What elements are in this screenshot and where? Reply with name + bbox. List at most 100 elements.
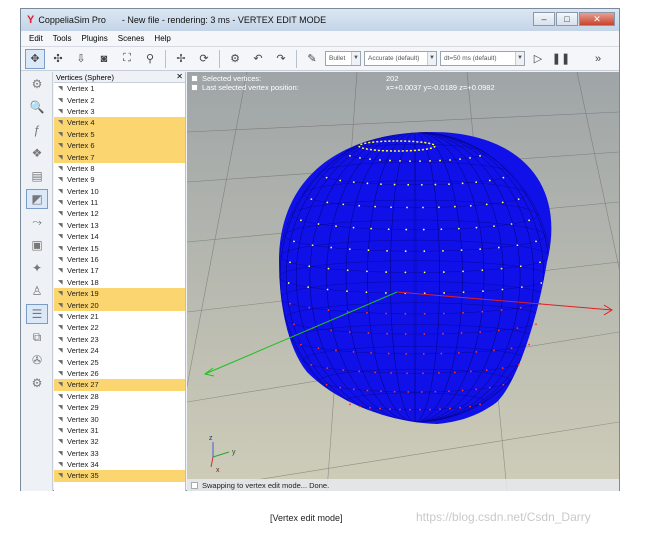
vertex-icon: ◥ (58, 427, 63, 434)
timestep-select[interactable]: dt=50 ms (default) ▼ (440, 51, 525, 66)
camera-icon[interactable]: ◙ (94, 49, 114, 69)
page-icon[interactable]: ▤ (26, 166, 48, 186)
vertex-list-item[interactable]: ◥ Vertex 8 (54, 163, 185, 174)
scene-canvas[interactable]: z y x (187, 72, 619, 491)
vertex-list-item[interactable]: ◥ Vertex 24 (54, 345, 185, 356)
menu-tools[interactable]: Tools (53, 34, 72, 43)
scene-viewport[interactable]: z y x Selected vertices: 202 Last select… (187, 72, 619, 491)
vertex-label: Vertex 2 (67, 95, 95, 105)
vertex-list-item[interactable]: ◥ Vertex 13 (54, 220, 185, 231)
vertex-list-item[interactable]: ◥ Vertex 5 (54, 128, 185, 140)
svg-text:x: x (216, 467, 220, 474)
camera-shift-icon[interactable]: ⇩ (71, 49, 91, 69)
vertex-list-item[interactable]: ◥ Vertex 28 (54, 391, 185, 402)
vertex-list-icon[interactable]: ☰ (26, 304, 48, 324)
zoom-icon[interactable]: 🔍 (26, 97, 48, 117)
assembly-icon[interactable]: ⚙ (225, 49, 245, 69)
info-checkbox[interactable] (191, 84, 198, 91)
vertex-list-item[interactable]: ◥ Vertex 6 (54, 139, 185, 152)
last-vertex-label: Last selected vertex position: (202, 83, 299, 92)
last-vertex-position: x=+0.0037 y=-0.0189 z=+0.0982 (386, 83, 495, 92)
vertex-list-item[interactable]: ◥ Vertex 21 (54, 311, 185, 322)
dynamics-icon[interactable]: ✎ (302, 49, 322, 69)
vertex-list-item[interactable]: ◥ Vertex 30 (54, 413, 185, 424)
vertex-list-item[interactable]: ◥ Vertex 11 (54, 197, 185, 208)
info-checkbox[interactable] (191, 75, 198, 82)
close-icon[interactable]: ✕ (176, 72, 183, 81)
click-select-icon[interactable]: ⚲ (140, 49, 160, 69)
camera-rotate-icon[interactable]: ✣ (48, 49, 68, 69)
vertex-label: Vertex 6 (67, 141, 95, 151)
vertex-list-item[interactable]: ◥ Vertex 20 (54, 299, 185, 311)
shape-edit-icon[interactable]: ◩ (26, 189, 48, 209)
play-icon[interactable]: ▷ (528, 49, 548, 69)
layers-icon[interactable]: ⧉ (26, 327, 48, 347)
vertex-list-item[interactable]: ◥ Vertex 32 (54, 436, 185, 447)
vertex-list-item[interactable]: ◥ Vertex 31 (54, 425, 185, 436)
vertex-list-item[interactable]: ◥ Vertex 12 (54, 208, 185, 219)
vertex-list-item[interactable]: ◥ Vertex 17 (54, 265, 185, 276)
vertex-list-item[interactable]: ◥ Vertex 34 (54, 459, 185, 470)
accuracy-select[interactable]: Accurate (default) ▼ (364, 51, 437, 66)
object-rotate-icon[interactable]: ⟳ (194, 49, 214, 69)
fit-to-view-icon[interactable]: ⛶ (117, 49, 137, 69)
redo-icon[interactable]: ↷ (271, 49, 291, 69)
status-bar: Swapping to vertex edit mode... Done. (187, 479, 619, 491)
vertex-icon: ◥ (58, 108, 63, 115)
vertex-list-item[interactable]: ◥ Vertex 1 (54, 83, 185, 94)
vertex-list-item[interactable]: ◥ Vertex 26 (54, 368, 185, 379)
vertex-list-item[interactable]: ◥ Vertex 15 (54, 242, 185, 253)
selected-vertices-count: 202 (386, 74, 399, 83)
vertex-icon: ◥ (58, 211, 63, 218)
vertex-list-item[interactable]: ◥ Vertex 7 (54, 151, 185, 163)
camera-pan-icon[interactable]: ✥ (25, 48, 45, 69)
path-icon[interactable]: ⤳ (26, 212, 48, 232)
user-settings-icon[interactable]: ⚙ (26, 373, 48, 393)
vertex-list-item[interactable]: ◥ Vertex 9 (54, 174, 185, 185)
simulation-settings-icon[interactable]: ⚙ (26, 74, 48, 94)
close-button[interactable]: ✕ (579, 12, 615, 26)
menu-help[interactable]: Help (154, 34, 170, 43)
maximize-button[interactable]: □ (556, 12, 578, 26)
vertex-list-item[interactable]: ◥ Vertex 10 (54, 186, 185, 197)
vertex-list-item[interactable]: ◥ Vertex 23 (54, 334, 185, 345)
vertex-list-item[interactable]: ◥ Vertex 35 (54, 470, 185, 482)
vertex-list-item[interactable]: ◥ Vertex 16 (54, 254, 185, 265)
selected-vertices-label: Selected vertices: (202, 74, 262, 83)
menu-scenes[interactable]: Scenes (118, 34, 145, 43)
scene-hierarchy-icon[interactable]: ♙ (26, 281, 48, 301)
vertex-icon: ◥ (58, 268, 63, 275)
vertex-label: Vertex 3 (67, 106, 95, 116)
vertex-icon: ◥ (58, 462, 63, 469)
model-browser-icon[interactable]: ✦ (26, 258, 48, 278)
vertex-list-item[interactable]: ◥ Vertex 19 (54, 288, 185, 300)
vertex-list-item[interactable]: ◥ Vertex 25 (54, 356, 185, 367)
object-shift-icon[interactable]: ✢ (171, 49, 191, 69)
vertex-list-item[interactable]: ◥ Vertex 33 (54, 448, 185, 459)
vertex-list-item[interactable]: ◥ Vertex 3 (54, 106, 185, 117)
vertex-list-item[interactable]: ◥ Vertex 18 (54, 277, 185, 288)
vertex-list-item[interactable]: ◥ Vertex 29 (54, 402, 185, 413)
menu-edit[interactable]: Edit (29, 34, 43, 43)
physics-engine-select[interactable]: Bullet ▼ (325, 51, 361, 66)
selection-icon[interactable]: ▣ (26, 235, 48, 255)
vertex-list-item[interactable]: ◥ Vertex 2 (54, 94, 185, 105)
vertex-icon: ◥ (58, 177, 63, 184)
undo-icon[interactable]: ↶ (248, 49, 268, 69)
vertex-list-item[interactable]: ◥ Vertex 4 (54, 117, 185, 129)
vertex-icon: ◥ (58, 279, 63, 286)
vertex-list-item[interactable]: ◥ Vertex 27 (54, 379, 185, 391)
toolbar-overflow-icon[interactable]: » (588, 49, 608, 69)
pause-icon[interactable]: ❚❚ (551, 49, 571, 69)
vertex-label: Vertex 11 (67, 198, 99, 208)
info-overlay: Selected vertices: 202 Last selected ver… (187, 72, 619, 92)
menu-plugins[interactable]: Plugins (81, 34, 107, 43)
collection-icon[interactable]: ❖ (26, 143, 48, 163)
minimize-button[interactable]: – (533, 12, 555, 26)
status-checkbox[interactable] (191, 481, 198, 489)
scripts-icon[interactable]: ƒ (26, 120, 48, 140)
vertex-list-item[interactable]: ◥ Vertex 14 (54, 231, 185, 242)
video-recorder-icon[interactable]: ✇ (26, 350, 48, 370)
physics-engine-value: Bullet (329, 55, 346, 62)
vertex-list-item[interactable]: ◥ Vertex 22 (54, 322, 185, 333)
